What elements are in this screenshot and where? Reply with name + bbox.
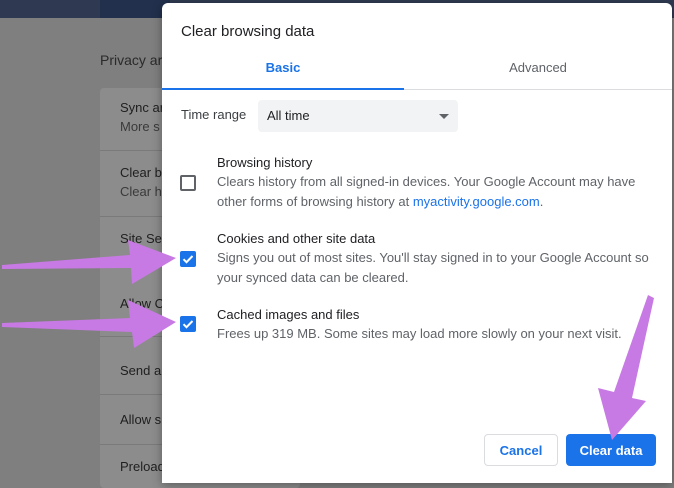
settings-row-allow-sites: Allow s: [120, 412, 162, 427]
browsing-history-checkbox[interactable]: [180, 175, 196, 191]
option-title: Cached images and files: [217, 307, 360, 322]
settings-row-preload: Preload: [120, 459, 165, 474]
dropdown-arrow-icon: [439, 114, 449, 119]
background-topbar-search: [100, 0, 170, 18]
myactivity-link[interactable]: myactivity.google.com: [413, 194, 540, 209]
settings-row-clear-browsing: Clear b Clear h: [120, 165, 162, 199]
settings-row-allow-chrome: Allow C: [120, 296, 165, 311]
dialog-title: Clear browsing data: [181, 23, 315, 40]
time-range-value: All time: [267, 108, 310, 123]
time-range-select[interactable]: All time: [258, 100, 458, 132]
cookies-checkbox[interactable]: [180, 251, 196, 267]
cancel-button[interactable]: Cancel: [484, 434, 558, 466]
checkmark-icon: [182, 255, 194, 264]
option-title: Browsing history: [217, 155, 313, 170]
settings-row-site-settings: Site Se: [120, 231, 162, 246]
dialog-tabs: Basic Advanced: [162, 51, 672, 90]
cached-images-checkbox[interactable]: [180, 316, 196, 332]
option-description: Clears history from all signed-in device…: [217, 174, 636, 209]
settings-row-sync: Sync ar More s: [120, 100, 165, 134]
clear-data-button[interactable]: Clear data: [566, 434, 656, 466]
time-range-label: Time range: [181, 107, 247, 122]
privacy-section-title: Privacy ar: [100, 52, 163, 68]
option-title: Cookies and other site data: [217, 231, 376, 246]
settings-row-send-dnt: Send a: [120, 363, 162, 378]
tab-basic[interactable]: Basic: [162, 51, 404, 90]
checkmark-icon: [182, 320, 194, 329]
option-description: Signs you out of most sites. You'll stay…: [217, 250, 649, 285]
clear-browsing-data-dialog: Clear browsing data Basic Advanced Time …: [162, 3, 672, 483]
tab-advanced[interactable]: Advanced: [424, 51, 652, 89]
option-description: Frees up 319 MB. Some sites may load mor…: [217, 326, 622, 341]
